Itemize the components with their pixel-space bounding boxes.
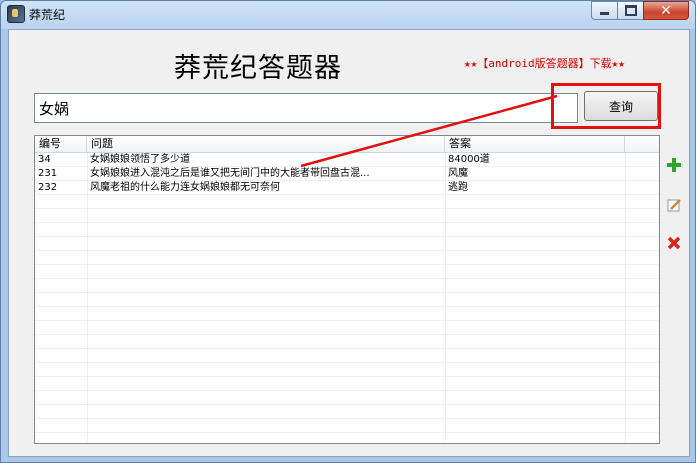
add-button[interactable] <box>665 156 683 174</box>
row-question: 女娲娘娘进入混沌之后是谁又把无间门中的大能者带回盘古混... <box>90 168 370 179</box>
table-row-empty <box>35 251 659 265</box>
minimize-button[interactable] <box>591 1 618 20</box>
table-row-empty <box>35 335 659 349</box>
table-row-empty <box>35 279 659 293</box>
minimize-icon <box>600 12 609 15</box>
table-row-empty <box>35 307 659 321</box>
page-title: 莽荒纪答题器 <box>174 53 342 84</box>
table-row-empty <box>35 209 659 223</box>
search-input[interactable] <box>34 93 578 123</box>
table-row-empty <box>35 349 659 363</box>
maximize-button[interactable] <box>617 1 644 20</box>
app-window: 莽荒纪 ✕ 莽荒纪答题器 ★★【android版答题器】下载★★ 查询 编号 问… <box>0 0 696 463</box>
table-row-empty <box>35 195 659 209</box>
row-question: 风魔老祖的什么能力连女娲娘娘都无可奈何 <box>90 182 280 193</box>
delete-button[interactable] <box>665 234 683 252</box>
table-row-empty <box>35 419 659 433</box>
edit-icon <box>667 199 681 212</box>
table-row-empty <box>35 223 659 237</box>
table-header: 编号 问题 答案 <box>35 136 659 153</box>
query-button[interactable]: 查询 <box>584 91 658 121</box>
row-question: 女娲娘娘领悟了多少道 <box>90 154 190 165</box>
table-row-empty <box>35 293 659 307</box>
row-answer: 84000道 <box>448 154 490 165</box>
edit-button[interactable] <box>665 196 683 214</box>
table-row-empty <box>35 237 659 251</box>
plus-icon <box>667 158 681 172</box>
results-table: 编号 问题 答案 34 女娲娘娘领悟了多少道 84000道 231 女娲娘娘进入… <box>34 135 660 444</box>
table-row-empty <box>35 405 659 419</box>
table-row-empty <box>35 363 659 377</box>
row-number: 231 <box>38 168 58 179</box>
window-title: 莽荒纪 <box>29 8 66 22</box>
column-header-question[interactable]: 问题 <box>87 136 445 152</box>
title-bar[interactable]: 莽荒纪 ✕ <box>1 1 695 27</box>
table-row-empty <box>35 265 659 279</box>
maximize-icon <box>624 5 637 16</box>
table-body: 34 女娲娘娘领悟了多少道 84000道 231 女娲娘娘进入混沌之后是谁又把无… <box>35 153 659 443</box>
close-button[interactable]: ✕ <box>643 1 689 20</box>
app-logo-icon <box>7 5 25 23</box>
delete-icon <box>667 236 681 250</box>
table-row[interactable]: 231 女娲娘娘进入混沌之后是谁又把无间门中的大能者带回盘古混... 风魔 <box>35 167 659 181</box>
row-number: 232 <box>38 182 58 193</box>
table-row-empty <box>35 391 659 405</box>
table-row-empty <box>35 433 659 443</box>
table-row-empty <box>35 321 659 335</box>
client-area: 莽荒纪答题器 ★★【android版答题器】下载★★ 查询 编号 问题 答案 3… <box>8 29 690 457</box>
android-download-link[interactable]: ★★【android版答题器】下载★★ <box>464 55 625 71</box>
close-icon: ✕ <box>660 2 672 19</box>
table-row-empty <box>35 377 659 391</box>
column-header-answer[interactable]: 答案 <box>445 136 625 152</box>
row-answer: 风魔 <box>448 168 468 179</box>
column-header-number[interactable]: 编号 <box>35 136 87 152</box>
table-row[interactable]: 34 女娲娘娘领悟了多少道 84000道 <box>35 153 659 167</box>
table-row[interactable]: 232 风魔老祖的什么能力连女娲娘娘都无可奈何 逃跑 <box>35 181 659 195</box>
row-number: 34 <box>38 154 51 165</box>
row-answer: 逃跑 <box>448 182 468 193</box>
